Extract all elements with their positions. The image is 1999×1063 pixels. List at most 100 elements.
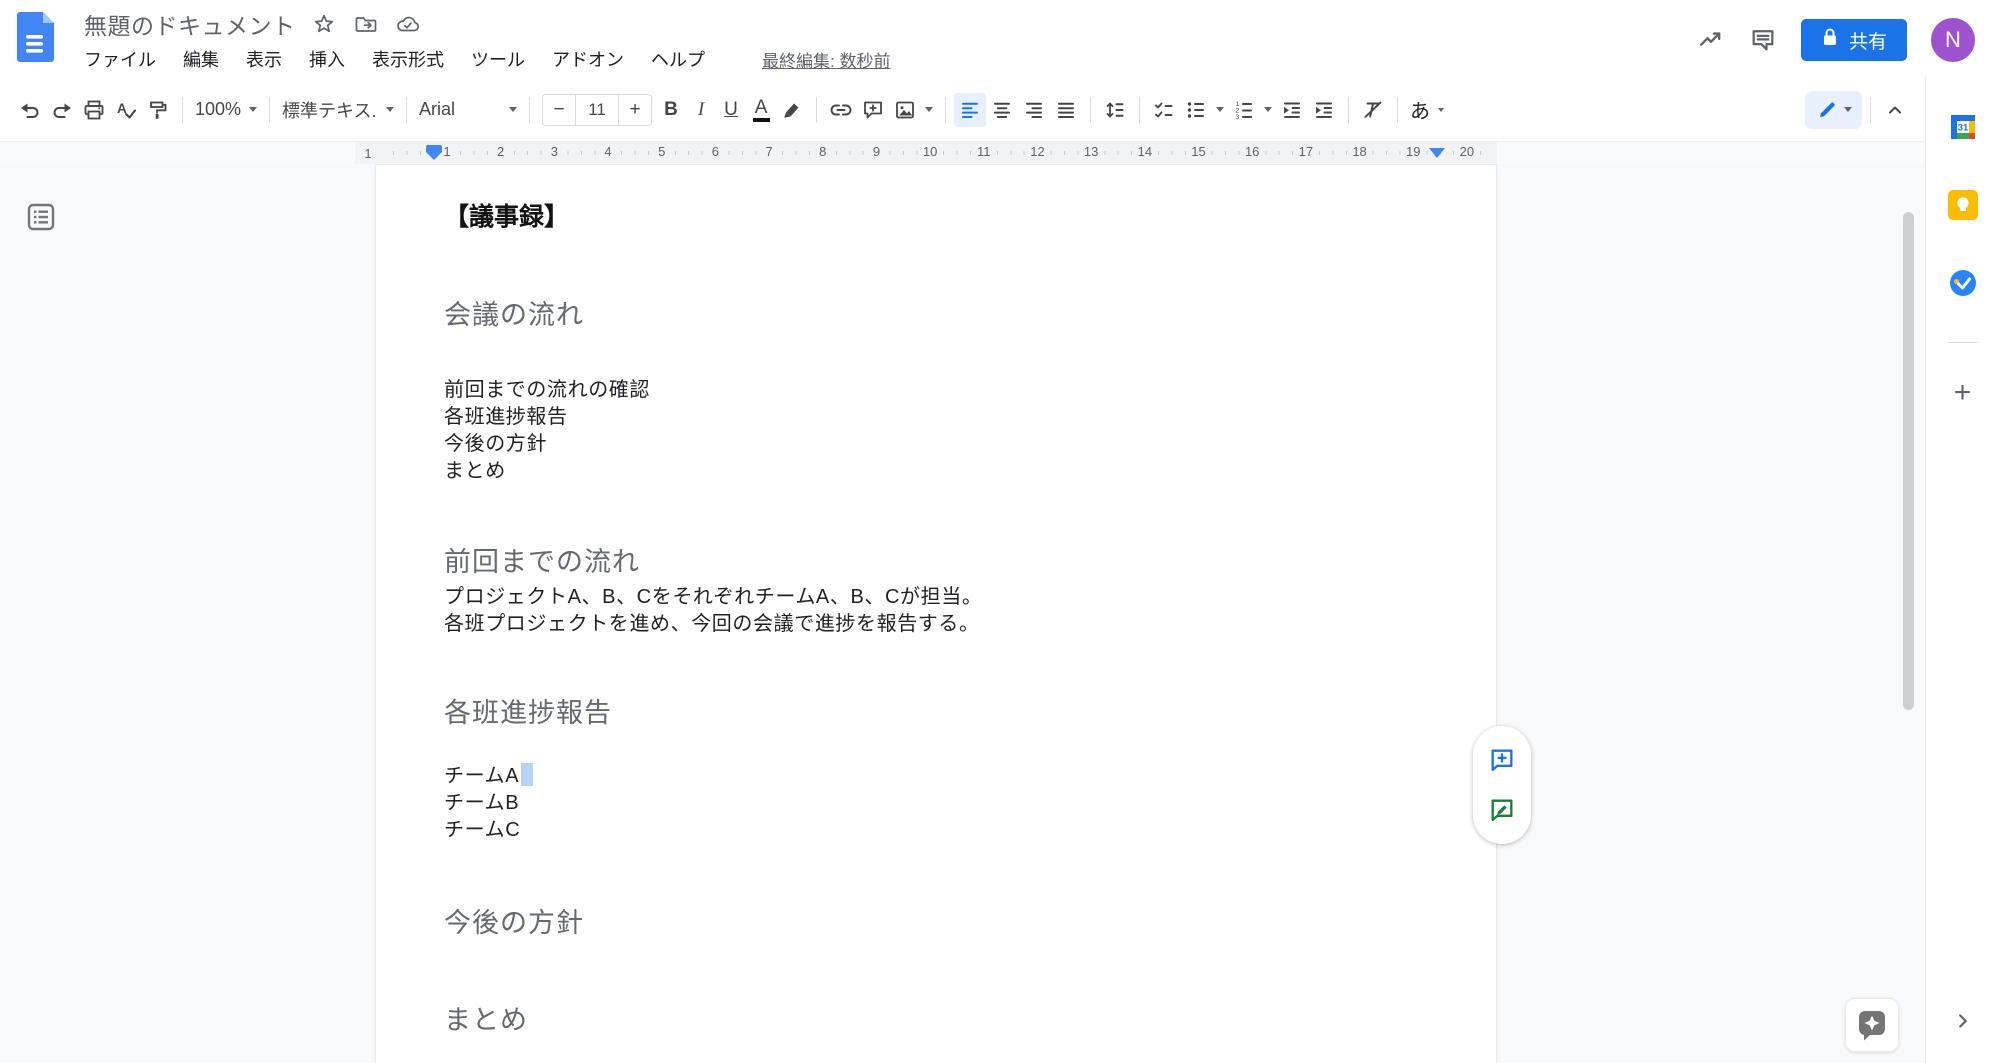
svg-text:31: 31 — [1957, 123, 1968, 134]
indent-decrease-button[interactable] — [1276, 93, 1308, 127]
doc-line[interactable]: チームA — [444, 763, 533, 790]
toolbar-divider — [269, 97, 270, 123]
document-page[interactable]: 【議事録】 会議の流れ 前回までの流れの確認 各班進捗報告 今後の方針 まとめ … — [375, 164, 1497, 1063]
google-docs-app: 無題のドキュメント ファイル — [0, 0, 1999, 1063]
font-size-increase-button[interactable]: + — [619, 95, 651, 125]
undo-button[interactable] — [14, 93, 46, 127]
indent-marker-left[interactable] — [426, 145, 442, 160]
align-right-button[interactable] — [1018, 93, 1050, 127]
underline-button[interactable]: U — [716, 93, 746, 127]
last-edit-link[interactable]: 最終編集: 数秒前 — [762, 47, 890, 72]
doc-heading-title[interactable]: 【議事録】 — [444, 197, 569, 233]
chevron-down-icon — [925, 107, 933, 112]
docs-logo[interactable] — [16, 11, 56, 68]
spellcheck-button[interactable]: A — [110, 93, 142, 127]
font-size-decrease-button[interactable]: − — [543, 95, 575, 125]
chevron-right-icon — [1952, 1010, 1974, 1032]
zoom-select[interactable]: 100% — [191, 93, 261, 127]
doc-paragraph[interactable]: 前回までの流れの確認 各班進捗報告 今後の方針 まとめ — [444, 377, 650, 485]
add-comment-float-button[interactable] — [1487, 745, 1517, 775]
numbered-list-button[interactable]: 1 2 3 — [1228, 93, 1276, 127]
header-right: 共有 N — [1697, 18, 1975, 62]
show-outline-button[interactable] — [22, 198, 60, 236]
checklist-button[interactable] — [1148, 93, 1180, 127]
menu-file[interactable]: ファイル — [84, 46, 156, 72]
justify-button[interactable] — [1050, 93, 1082, 127]
menu-addons[interactable]: アドオン — [552, 46, 624, 72]
doc-paragraph[interactable]: プロジェクトA、B、CをそれぞれチームA、B、Cが担当。 各班プロジェクトを進め… — [444, 584, 982, 638]
menu-view[interactable]: 表示 — [246, 46, 282, 72]
line-spacing-button[interactable] — [1099, 93, 1131, 127]
font-select[interactable]: Arial — [415, 93, 521, 127]
indent-marker-right[interactable] — [1429, 148, 1445, 158]
menu-help[interactable]: ヘルプ — [651, 46, 705, 72]
doc-line[interactable]: チームC — [444, 817, 533, 844]
doc-heading[interactable]: 前回までの流れ — [444, 540, 640, 579]
ruler-number: 1 — [440, 144, 453, 159]
menu-tools[interactable]: ツール — [471, 46, 525, 72]
tasks-panel-button[interactable] — [1948, 268, 1978, 298]
doc-line[interactable]: プロジェクトA、B、CをそれぞれチームA、B、Cが担当。 — [444, 584, 982, 611]
ruler-number-left: 1 — [364, 146, 371, 161]
editing-mode-button[interactable] — [1805, 91, 1862, 129]
move-folder-icon[interactable] — [352, 10, 380, 38]
menu-edit[interactable]: 編集 — [183, 46, 219, 72]
page-action-pill — [1473, 726, 1531, 844]
styles-select[interactable]: 標準テキス... — [278, 93, 398, 127]
comments-icon[interactable] — [1749, 26, 1777, 54]
cloud-saved-icon[interactable] — [394, 10, 422, 38]
star-icon[interactable] — [310, 10, 338, 38]
add-comment-button[interactable] — [857, 93, 889, 127]
insert-link-button[interactable] — [825, 93, 857, 127]
input-tools-button[interactable]: あ — [1406, 93, 1448, 127]
text-color-button[interactable]: A — [746, 93, 776, 127]
explore-button[interactable] — [1845, 998, 1899, 1052]
italic-button[interactable]: I — [686, 93, 716, 127]
calendar-panel-button[interactable]: 31 — [1948, 112, 1978, 142]
scrollbar[interactable] — [1903, 212, 1914, 710]
doc-heading[interactable]: まとめ — [444, 998, 528, 1037]
document-title[interactable]: 無題のドキュメント — [84, 7, 296, 41]
doc-line[interactable]: 各班進捗報告 — [444, 404, 650, 431]
collapse-toolbar-button[interactable] — [1879, 93, 1911, 127]
print-button[interactable] — [78, 93, 110, 127]
insert-image-button[interactable] — [889, 93, 937, 127]
redo-button[interactable] — [46, 93, 78, 127]
avatar[interactable]: N — [1931, 18, 1975, 62]
font-size-input[interactable]: 11 — [575, 95, 619, 125]
show-panel-button[interactable] — [1952, 1010, 1974, 1032]
suggest-edits-button[interactable] — [1487, 795, 1517, 825]
doc-paragraph[interactable]: チームA チームB チームC — [444, 763, 533, 844]
align-left-button[interactable] — [954, 93, 986, 127]
doc-heading[interactable]: 会議の流れ — [444, 293, 584, 332]
doc-line[interactable]: まとめ — [444, 458, 650, 485]
doc-line[interactable]: 今後の方針 — [444, 431, 650, 458]
doc-line[interactable]: 前回までの流れの確認 — [444, 377, 650, 404]
doc-heading[interactable]: 今後の方針 — [444, 901, 584, 940]
add-addon-button[interactable]: + — [1954, 376, 1972, 410]
bubble-pencil-icon — [1488, 796, 1516, 824]
doc-line[interactable]: 各班プロジェクトを進め、今回の会議で進捗を報告する。 — [444, 611, 982, 638]
ruler[interactable]: 1 1234567891011121314151617181920 — [0, 142, 1925, 164]
activity-icon[interactable] — [1697, 26, 1725, 54]
clear-format-button[interactable] — [1357, 93, 1389, 127]
keep-panel-button[interactable] — [1948, 190, 1978, 220]
doc-heading[interactable]: 各班進捗報告 — [444, 691, 612, 730]
doc-line[interactable]: チームB — [444, 790, 533, 817]
font-value: Arial — [419, 99, 501, 120]
bold-button[interactable]: B — [656, 93, 686, 127]
align-center-button[interactable] — [986, 93, 1018, 127]
paint-format-button[interactable] — [142, 93, 174, 127]
menu-format[interactable]: 表示形式 — [372, 46, 444, 72]
ruler-number: 6 — [709, 144, 722, 159]
calendar-icon: 31 — [1948, 112, 1978, 142]
toolbar-divider — [1090, 97, 1091, 123]
bullet-list-button[interactable] — [1180, 93, 1228, 127]
ruler-number: 10 — [920, 144, 940, 159]
ruler-number: 20 — [1457, 144, 1477, 159]
share-button[interactable]: 共有 — [1801, 19, 1907, 61]
indent-increase-button[interactable] — [1308, 93, 1340, 127]
toolbar-divider — [529, 97, 530, 123]
menu-insert[interactable]: 挿入 — [309, 46, 345, 72]
highlight-button[interactable] — [776, 93, 808, 127]
